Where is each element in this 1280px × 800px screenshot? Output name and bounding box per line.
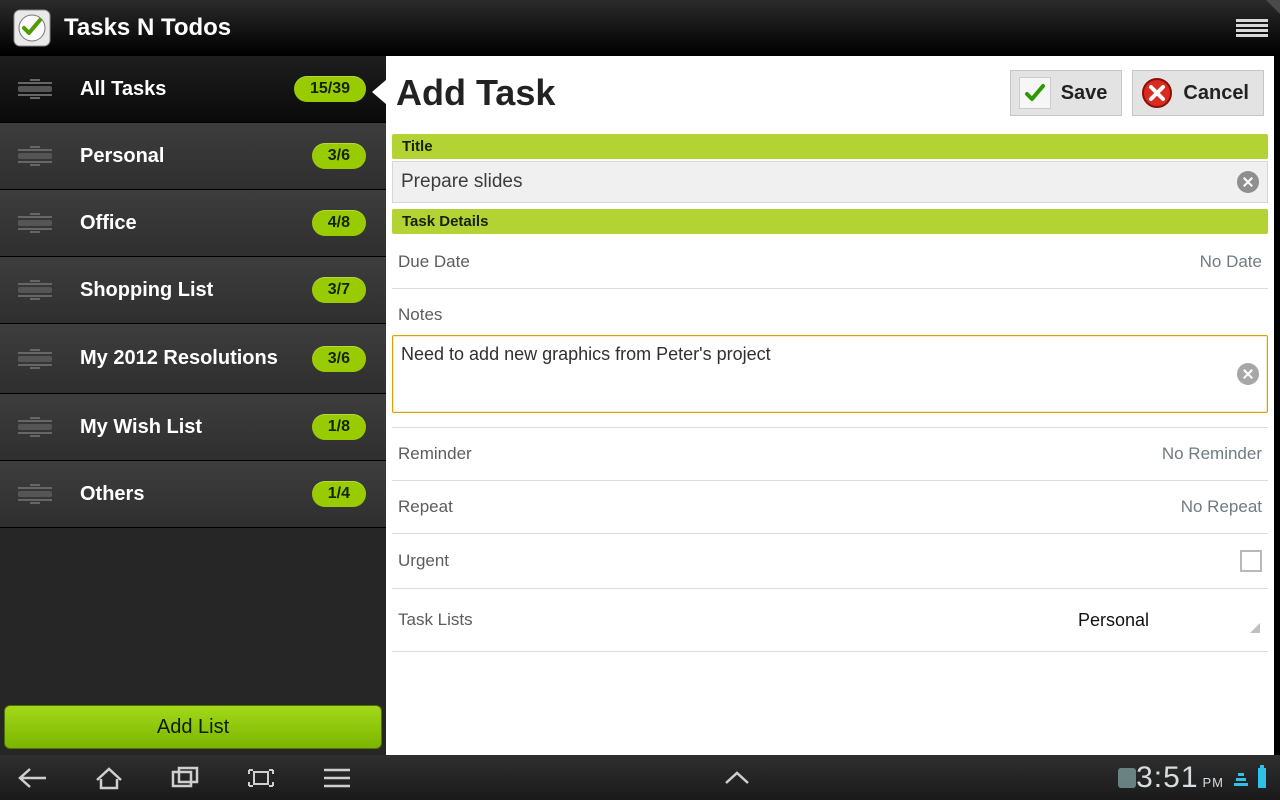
status-icons bbox=[1234, 768, 1266, 788]
sidebar-item-resolutions[interactable]: My 2012 Resolutions 3/6 bbox=[0, 324, 386, 394]
sidebar-item-count: 3/6 bbox=[312, 143, 366, 169]
drag-handle-icon[interactable] bbox=[18, 414, 52, 440]
sidebar: All Tasks 15/39 Personal 3/6 Office 4/8 … bbox=[0, 56, 386, 755]
notes-box bbox=[392, 335, 1268, 413]
back-icon[interactable] bbox=[14, 763, 52, 793]
section-details-header: Task Details bbox=[392, 209, 1268, 234]
add-list-button[interactable]: Add List bbox=[4, 705, 382, 749]
notes-input[interactable] bbox=[401, 344, 1227, 404]
app-bar: Tasks N Todos bbox=[0, 0, 1280, 56]
sidebar-item-count: 3/6 bbox=[312, 346, 366, 372]
cancel-button[interactable]: Cancel bbox=[1132, 70, 1264, 116]
clock-meridiem: PM bbox=[1203, 775, 1225, 790]
repeat-label: Repeat bbox=[398, 497, 453, 517]
tasklists-row: Task Lists Personal bbox=[392, 589, 1268, 652]
drag-handle-icon[interactable] bbox=[18, 76, 52, 102]
tasklists-label: Task Lists bbox=[398, 610, 473, 630]
add-list-label: Add List bbox=[157, 716, 229, 739]
clear-notes-icon[interactable] bbox=[1237, 363, 1259, 385]
notes-block: Notes bbox=[392, 289, 1268, 428]
sidebar-item-label: My Wish List bbox=[80, 416, 312, 439]
expand-up-icon[interactable] bbox=[724, 771, 750, 785]
cancel-icon bbox=[1141, 77, 1173, 109]
overflow-corner-icon bbox=[1266, 0, 1280, 14]
sidebar-item-label: My 2012 Resolutions bbox=[80, 347, 312, 370]
menu-icon[interactable] bbox=[1236, 17, 1268, 39]
recent-apps-icon[interactable] bbox=[166, 763, 204, 793]
sidebar-item-count: 1/8 bbox=[312, 414, 366, 440]
sidebar-item-office[interactable]: Office 4/8 bbox=[0, 190, 386, 257]
sidebar-item-count: 15/39 bbox=[294, 76, 366, 102]
urgent-label: Urgent bbox=[398, 551, 449, 571]
due-date-label: Due Date bbox=[398, 252, 470, 272]
sidebar-item-count: 1/4 bbox=[312, 481, 366, 507]
drag-handle-icon[interactable] bbox=[18, 143, 52, 169]
drag-handle-icon[interactable] bbox=[18, 481, 52, 507]
drag-handle-icon[interactable] bbox=[18, 277, 52, 303]
urgent-row[interactable]: Urgent bbox=[392, 534, 1268, 589]
sidebar-item-others[interactable]: Others 1/4 bbox=[0, 461, 386, 528]
clear-title-icon[interactable] bbox=[1237, 171, 1259, 193]
reminder-label: Reminder bbox=[398, 444, 472, 464]
save-button[interactable]: Save bbox=[1010, 70, 1123, 116]
sidebar-item-shopping-list[interactable]: Shopping List 3/7 bbox=[0, 257, 386, 324]
panel-title: Add Task bbox=[396, 72, 1000, 114]
sidebar-item-count: 4/8 bbox=[312, 210, 366, 236]
due-date-value: No Date bbox=[1200, 252, 1262, 272]
repeat-row[interactable]: Repeat No Repeat bbox=[392, 481, 1268, 534]
sidebar-item-count: 3/7 bbox=[312, 277, 366, 303]
panel-header: Add Task Save Cancel bbox=[392, 56, 1268, 134]
adb-icon bbox=[1118, 768, 1136, 788]
system-navbar: 3:51 PM bbox=[0, 755, 1280, 800]
cancel-label: Cancel bbox=[1183, 82, 1249, 105]
checkmark-icon bbox=[1019, 77, 1051, 109]
sidebar-item-label: Personal bbox=[80, 145, 312, 168]
wifi-icon bbox=[1234, 770, 1248, 786]
clock[interactable]: 3:51 PM bbox=[1136, 761, 1224, 795]
tasklists-select[interactable]: Personal bbox=[1072, 605, 1262, 635]
drag-handle-icon[interactable] bbox=[18, 210, 52, 236]
sidebar-item-personal[interactable]: Personal 3/6 bbox=[0, 123, 386, 190]
home-icon[interactable] bbox=[90, 763, 128, 793]
screenshot-icon[interactable] bbox=[242, 763, 280, 793]
app-title: Tasks N Todos bbox=[64, 14, 231, 42]
drag-handle-icon[interactable] bbox=[18, 346, 52, 372]
clock-time: 3:51 bbox=[1136, 761, 1198, 795]
app-logo-icon bbox=[12, 8, 52, 48]
active-pointer-icon bbox=[372, 80, 386, 104]
notes-label: Notes bbox=[392, 299, 1268, 335]
battery-icon bbox=[1258, 768, 1266, 788]
save-label: Save bbox=[1061, 82, 1108, 105]
urgent-checkbox[interactable] bbox=[1240, 550, 1262, 572]
sidebar-item-label: Others bbox=[80, 483, 312, 506]
title-input[interactable] bbox=[401, 171, 1223, 193]
due-date-row[interactable]: Due Date No Date bbox=[392, 236, 1268, 289]
reminder-value: No Reminder bbox=[1162, 444, 1262, 464]
sidebar-item-label: All Tasks bbox=[80, 78, 294, 101]
reminder-row[interactable]: Reminder No Reminder bbox=[392, 428, 1268, 481]
add-task-panel: Add Task Save Cancel Title Task Details … bbox=[386, 56, 1274, 755]
repeat-value: No Repeat bbox=[1181, 497, 1262, 517]
section-title-header: Title bbox=[392, 134, 1268, 159]
title-field-row bbox=[392, 161, 1268, 203]
sidebar-item-label: Office bbox=[80, 212, 312, 235]
sidebar-item-all-tasks[interactable]: All Tasks 15/39 bbox=[0, 56, 386, 123]
tasklists-value: Personal bbox=[1078, 610, 1149, 631]
nav-menu-icon[interactable] bbox=[318, 763, 356, 793]
sidebar-item-label: Shopping List bbox=[80, 279, 312, 302]
sidebar-item-wish-list[interactable]: My Wish List 1/8 bbox=[0, 394, 386, 461]
